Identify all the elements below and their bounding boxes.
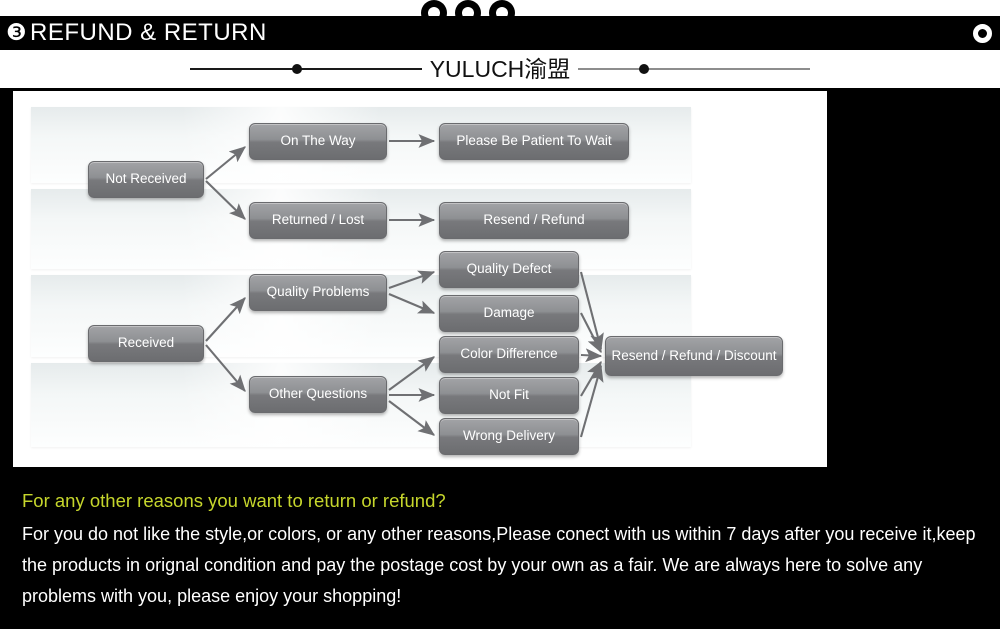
policy-heading: For any other reasons you want to return… xyxy=(22,490,446,511)
flowchart-panel: Not Received On The Way Returned / Lost … xyxy=(10,88,830,470)
flow-node-returned-lost[interactable]: Returned / Lost xyxy=(249,202,387,239)
flowchart-arrows xyxy=(205,134,604,438)
brand-strip: YULUCH渝盟 xyxy=(0,50,1000,88)
flow-node-resend-refund[interactable]: Resend / Refund xyxy=(439,202,629,239)
edge-other-questions-to-wrong-delivery xyxy=(388,400,436,436)
edge-damage-to-resend-refund-discount xyxy=(580,312,602,354)
flow-node-not-received[interactable]: Not Received xyxy=(88,161,204,198)
brand-dot-icon xyxy=(638,64,649,74)
page-title: REFUND & RETURN xyxy=(30,19,267,46)
flow-node-not-fit[interactable]: Not Fit xyxy=(439,377,579,414)
brand-rule-left xyxy=(190,64,422,74)
brand-rule-right xyxy=(578,64,811,74)
edge-not-received-to-returned-lost xyxy=(205,180,246,220)
flow-node-please-be-patient-to-wait[interactable]: Please Be Patient To Wait xyxy=(439,123,629,160)
edge-wrong-delivery-to-resend-refund-discount xyxy=(579,364,604,438)
edge-quality-problems-to-damage xyxy=(388,293,436,314)
flow-node-wrong-delivery[interactable]: Wrong Delivery xyxy=(439,418,579,455)
flow-node-quality-defect[interactable]: Quality Defect xyxy=(439,251,579,288)
edge-received-to-other-questions xyxy=(205,344,246,392)
brand-name: YULUCH渝盟 xyxy=(429,56,571,82)
flow-node-other-questions[interactable]: Other Questions xyxy=(249,376,387,413)
edge-not-received-to-on-the-way xyxy=(205,146,246,180)
edge-received-to-quality-problems xyxy=(205,297,246,342)
ring-icon xyxy=(973,24,992,43)
flow-node-color-difference[interactable]: Color Difference xyxy=(439,336,579,373)
section-number-badge: ❸ xyxy=(6,20,27,46)
policy-body-text: For you do not like the style,or colors,… xyxy=(22,524,976,606)
edge-color-difference-to-resend-refund-discount xyxy=(580,348,603,363)
flow-node-damage[interactable]: Damage xyxy=(439,295,579,332)
brand-inner: YULUCH渝盟 xyxy=(190,50,811,88)
section-header-bar: ❸ REFUND & RETURN xyxy=(0,16,1000,50)
flow-node-quality-problems[interactable]: Quality Problems xyxy=(249,274,387,311)
flow-node-on-the-way[interactable]: On The Way xyxy=(249,123,387,160)
brand-dot-icon xyxy=(291,64,302,74)
edge-quality-defect-to-resend-refund-discount xyxy=(579,271,604,351)
flow-node-resend-refund-discount[interactable]: Resend / Refund / Discount xyxy=(605,336,783,376)
policy-block: For any other reasons you want to return… xyxy=(0,483,1000,629)
edge-other-questions-to-color-difference xyxy=(388,356,436,391)
flow-node-received[interactable]: Received xyxy=(88,325,204,362)
edge-quality-problems-to-quality-defect xyxy=(388,270,436,289)
